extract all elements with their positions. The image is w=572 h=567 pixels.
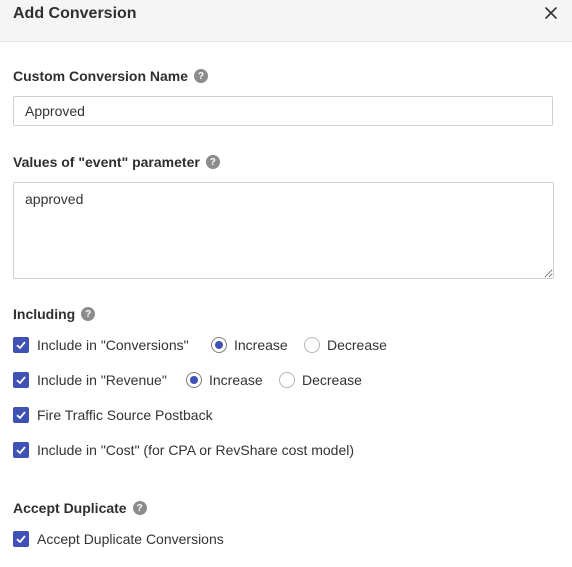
revenue-decrease-option[interactable]: Decrease [279,371,362,389]
postback-label: Fire Traffic Source Postback [37,407,213,423]
check-icon [16,446,26,455]
name-label-text: Custom Conversion Name [13,68,189,84]
revenue-increase-label: Increase [209,372,263,388]
conversion-name-input[interactable] [13,96,553,126]
revenue-checkbox[interactable] [13,372,29,388]
check-icon [16,411,26,420]
revenue-increase-option[interactable]: Increase [186,371,263,389]
cost-checkbox[interactable] [13,442,29,458]
revenue-decrease-radio[interactable] [279,372,295,388]
event-field-label: Values of "event" parameter ? [13,154,220,170]
help-icon[interactable]: ? [205,155,220,169]
dialog-title: Add Conversion [13,5,137,22]
including-label: Including ? [13,306,96,322]
conversions-decrease-label: Decrease [327,337,387,353]
help-icon[interactable]: ? [194,69,209,83]
revenue-label: Include in "Revenue" [37,372,167,388]
postback-row: Fire Traffic Source Postback [13,406,213,424]
conversions-increase-option[interactable]: Increase [211,336,288,354]
duplicate-row: Accept Duplicate Conversions [13,530,224,548]
duplicate-checkbox[interactable] [13,531,29,547]
conversions-row: Include in "Conversions" [13,336,189,354]
close-icon[interactable] [542,4,560,22]
dialog-header: Add Conversion [0,0,572,42]
conversions-decrease-option[interactable]: Decrease [304,336,387,354]
event-values-textarea[interactable]: approved [13,182,554,279]
event-label-text: Values of "event" parameter [13,154,200,170]
help-icon[interactable]: ? [132,501,147,515]
revenue-row: Include in "Revenue" [13,371,167,389]
conversions-label: Include in "Conversions" [37,337,189,353]
check-icon [16,376,26,385]
revenue-decrease-label: Decrease [302,372,362,388]
conversions-increase-label: Increase [234,337,288,353]
check-icon [16,535,26,544]
conversions-checkbox[interactable] [13,337,29,353]
conversions-increase-radio[interactable] [211,337,227,353]
duplicate-label: Accept Duplicate ? [13,500,147,516]
help-icon[interactable]: ? [81,307,96,321]
cost-row: Include in "Cost" (for CPA or RevShare c… [13,441,354,459]
check-icon [16,341,26,350]
duplicate-label-text: Accept Duplicate [13,500,127,516]
including-label-text: Including [13,306,76,322]
postback-checkbox[interactable] [13,407,29,423]
revenue-increase-radio[interactable] [186,372,202,388]
duplicate-option-label: Accept Duplicate Conversions [37,531,224,547]
conversions-decrease-radio[interactable] [304,337,320,353]
cost-label: Include in "Cost" (for CPA or RevShare c… [37,442,355,458]
name-field-label: Custom Conversion Name ? [13,68,209,84]
